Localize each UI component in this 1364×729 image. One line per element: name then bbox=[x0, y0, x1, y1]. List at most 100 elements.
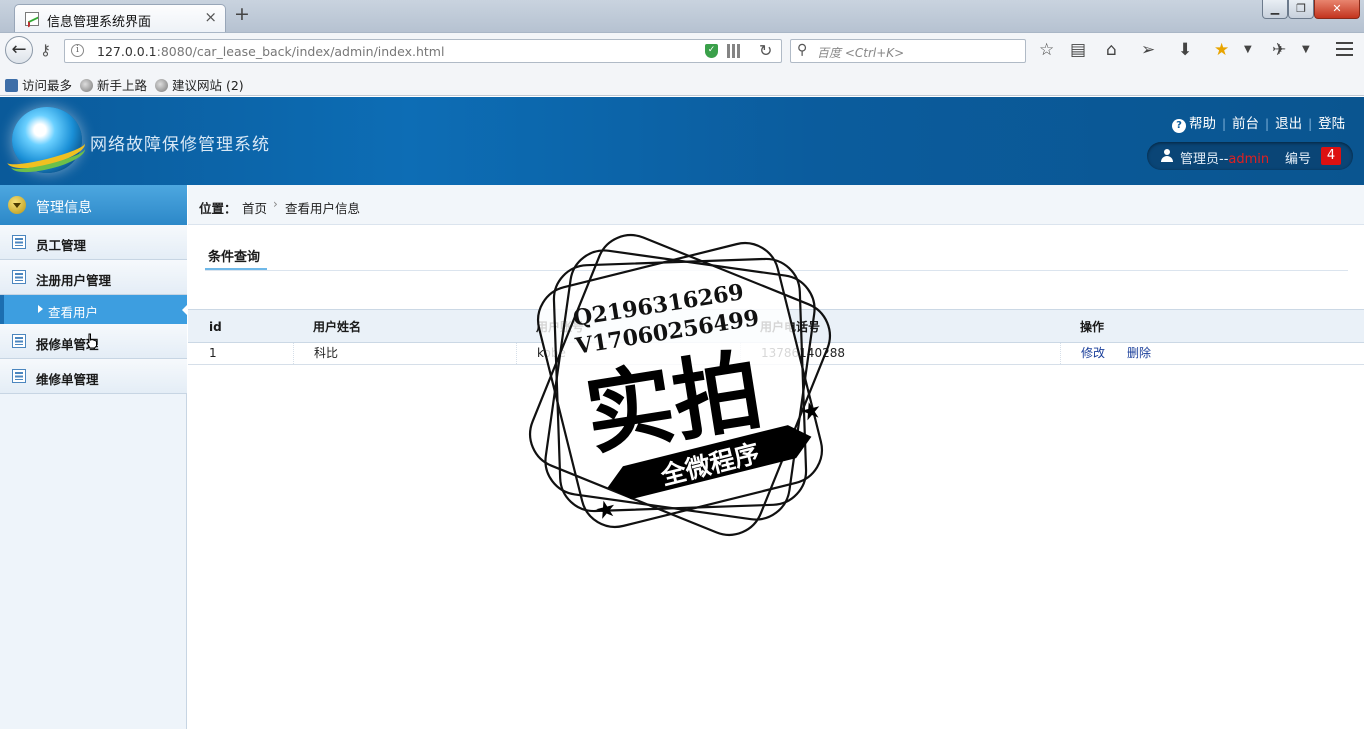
qr-code-icon[interactable] bbox=[727, 44, 741, 58]
window-close-icon[interactable]: ✕ bbox=[1314, 0, 1360, 19]
delete-link[interactable]: 删除 bbox=[1127, 346, 1151, 360]
user-role: 管理员--admin bbox=[1180, 148, 1269, 167]
download-icon[interactable]: ⬇ bbox=[1178, 40, 1192, 60]
sidebar-item-employee[interactable]: 员工管理 bbox=[0, 225, 187, 260]
site-info-icon[interactable]: i bbox=[71, 44, 84, 57]
reading-list-icon[interactable]: ▤ bbox=[1070, 40, 1086, 60]
list-icon bbox=[12, 369, 26, 383]
help-link[interactable]: ? 帮助 bbox=[1172, 116, 1216, 133]
sidebar-item-label: 维修单管理 bbox=[36, 372, 99, 387]
window-minimize-icon[interactable]: ▁ bbox=[1262, 0, 1288, 19]
screen: 信息管理系统界面 × + ▁ ❐ ✕ ← ⚷ i 127.0.0.1:8080/… bbox=[0, 0, 1364, 729]
sub-arrow-icon bbox=[38, 305, 43, 313]
hand-cursor-icon bbox=[86, 333, 97, 349]
sidebar: 管理信息 员工管理 注册用户管理 查看用户 报修单管理 维修单管理 bbox=[0, 185, 188, 729]
bookmark-star-icon[interactable]: ☆ bbox=[1039, 40, 1054, 60]
url-text[interactable]: 127.0.0.1:8080/car_lease_back/index/admi… bbox=[97, 44, 444, 59]
sidebar-item-maintenance-order[interactable]: 维修单管理 bbox=[0, 359, 187, 394]
column-header-phone: 用户电话号 bbox=[760, 320, 821, 334]
home-icon[interactable]: ⌂ bbox=[1106, 40, 1117, 60]
breadcrumb-home[interactable]: 首页 bbox=[242, 198, 267, 217]
key-icon[interactable]: ⚷ bbox=[40, 41, 51, 59]
watermark-stamp: Q2196316269 V17060256499 实拍 全微程序 ★ ★ bbox=[529, 234, 831, 536]
list-icon bbox=[12, 235, 26, 249]
column-header-id: id bbox=[209, 320, 222, 334]
link-divider: | bbox=[1308, 117, 1313, 131]
sidebar-item-label: 注册用户管理 bbox=[36, 273, 112, 288]
addon-dropdown-icon[interactable]: ▼ bbox=[1302, 44, 1310, 55]
url-host: 127.0.0.1 bbox=[97, 44, 157, 59]
browser-tabbar: 信息管理系统界面 × + ▁ ❐ ✕ bbox=[0, 0, 1364, 32]
bookmark-label: 访问最多 bbox=[22, 78, 73, 93]
addon-icon[interactable]: ✈ bbox=[1272, 40, 1286, 60]
globe-icon bbox=[155, 79, 168, 92]
cell-name: 科比 bbox=[293, 343, 516, 364]
link-divider: | bbox=[1265, 117, 1270, 131]
tab-title: 信息管理系统界面 bbox=[47, 15, 152, 30]
watermark-banner-text: 全微程序 bbox=[657, 438, 762, 491]
list-icon bbox=[12, 334, 26, 348]
extension-dropdown-icon[interactable]: ▼ bbox=[1244, 44, 1252, 55]
url-path: :8080/car_lease_back/index/admin/index.h… bbox=[156, 44, 445, 59]
user-name: admin bbox=[1228, 152, 1270, 167]
search-icon: ⚲ bbox=[797, 42, 808, 58]
reload-icon[interactable]: ↻ bbox=[759, 41, 772, 60]
edit-link[interactable]: 修改 bbox=[1081, 346, 1105, 360]
hamburger-menu-icon[interactable] bbox=[1336, 42, 1353, 56]
sidebar-title: 管理信息 bbox=[36, 200, 92, 216]
list-icon bbox=[12, 270, 26, 284]
most-visited-icon bbox=[5, 79, 18, 92]
tab-label: 条件查询 bbox=[208, 250, 261, 265]
star-icon: ★ bbox=[592, 493, 620, 525]
window-maximize-icon[interactable]: ❐ bbox=[1288, 0, 1314, 19]
collapse-arrow-icon bbox=[8, 196, 26, 214]
help-icon: ? bbox=[1172, 119, 1186, 133]
user-number-badge: 4 bbox=[1321, 147, 1341, 165]
cell-id: 1 bbox=[209, 346, 217, 360]
frontend-link[interactable]: 前台 bbox=[1232, 116, 1259, 132]
shield-icon[interactable]: ✓ bbox=[705, 44, 718, 58]
new-tab-icon[interactable]: + bbox=[234, 3, 250, 25]
sidebar-item-label: 员工管理 bbox=[36, 238, 87, 253]
bookmark-getting-started[interactable]: 新手上路 bbox=[80, 75, 147, 94]
help-label: 帮助 bbox=[1189, 116, 1216, 132]
user-icon bbox=[1161, 149, 1173, 162]
breadcrumb-current: 查看用户信息 bbox=[285, 201, 361, 216]
tab-condition-query[interactable]: 条件查询 bbox=[205, 244, 267, 271]
browser-tab[interactable]: 信息管理系统界面 × bbox=[14, 4, 226, 32]
bookmark-label: 建议网站 (2) bbox=[172, 78, 244, 93]
column-header-account: 用户账号 bbox=[536, 320, 585, 334]
page-favicon-icon bbox=[25, 12, 39, 26]
table-row: 1 科比 kobe 13786140288 修改 删除 bbox=[188, 343, 1364, 365]
send-icon[interactable]: ➢ bbox=[1141, 40, 1155, 60]
bookmarks-bar: 访问最多 新手上路 建议网站 (2) bbox=[0, 68, 1364, 96]
app-header: 网络故障保修管理系统 ? 帮助 | 前台 | 退出 | 登陆 管理员--admin 编号 4 bbox=[0, 97, 1364, 185]
address-bar[interactable]: i 127.0.0.1:8080/car_lease_back/index/ad… bbox=[64, 39, 782, 63]
logout-link[interactable]: 退出 bbox=[1275, 116, 1302, 132]
user-info: 管理员--admin 编号 4 bbox=[1147, 142, 1353, 170]
login-link[interactable]: 登陆 bbox=[1318, 116, 1345, 132]
users-table: id 用户姓名 用户账号 用户电话号 操作 1 科比 kobe 13786140… bbox=[188, 309, 1364, 365]
bookmark-suggested-sites[interactable]: 建议网站 (2) bbox=[155, 75, 244, 94]
breadcrumb-label: 位置： bbox=[199, 201, 237, 216]
cell-account: kobe bbox=[516, 343, 740, 364]
link-divider: | bbox=[1222, 117, 1227, 131]
sidebar-item-registered-users[interactable]: 注册用户管理 bbox=[0, 260, 187, 295]
sidebar-subitem-view-users[interactable]: 查看用户 bbox=[0, 295, 188, 324]
top-links: ? 帮助 | 前台 | 退出 | 登陆 bbox=[1166, 112, 1345, 133]
column-header-name: 用户姓名 bbox=[313, 320, 362, 334]
search-placeholder[interactable]: 百度 <Ctrl+K> bbox=[817, 44, 904, 61]
back-arrow-icon[interactable]: ← bbox=[5, 36, 33, 64]
user-number-label: 编号 bbox=[1285, 152, 1312, 167]
extension-star-icon[interactable]: ★ bbox=[1214, 40, 1229, 60]
bookmark-most-visited[interactable]: 访问最多 bbox=[5, 75, 72, 94]
column-header-actions: 操作 bbox=[1080, 320, 1105, 334]
tab-close-icon[interactable]: × bbox=[204, 8, 217, 26]
search-box[interactable]: ⚲ 百度 <Ctrl+K> bbox=[790, 39, 1026, 63]
globe-icon bbox=[80, 79, 93, 92]
sidebar-header[interactable]: 管理信息 bbox=[0, 185, 187, 225]
breadcrumb-separator: › bbox=[273, 197, 278, 211]
cell-phone: 13786140288 bbox=[740, 343, 1060, 364]
breadcrumb: 位置： 首页 › 查看用户信息 bbox=[188, 185, 1364, 225]
user-role-label: 管理员-- bbox=[1180, 152, 1229, 167]
